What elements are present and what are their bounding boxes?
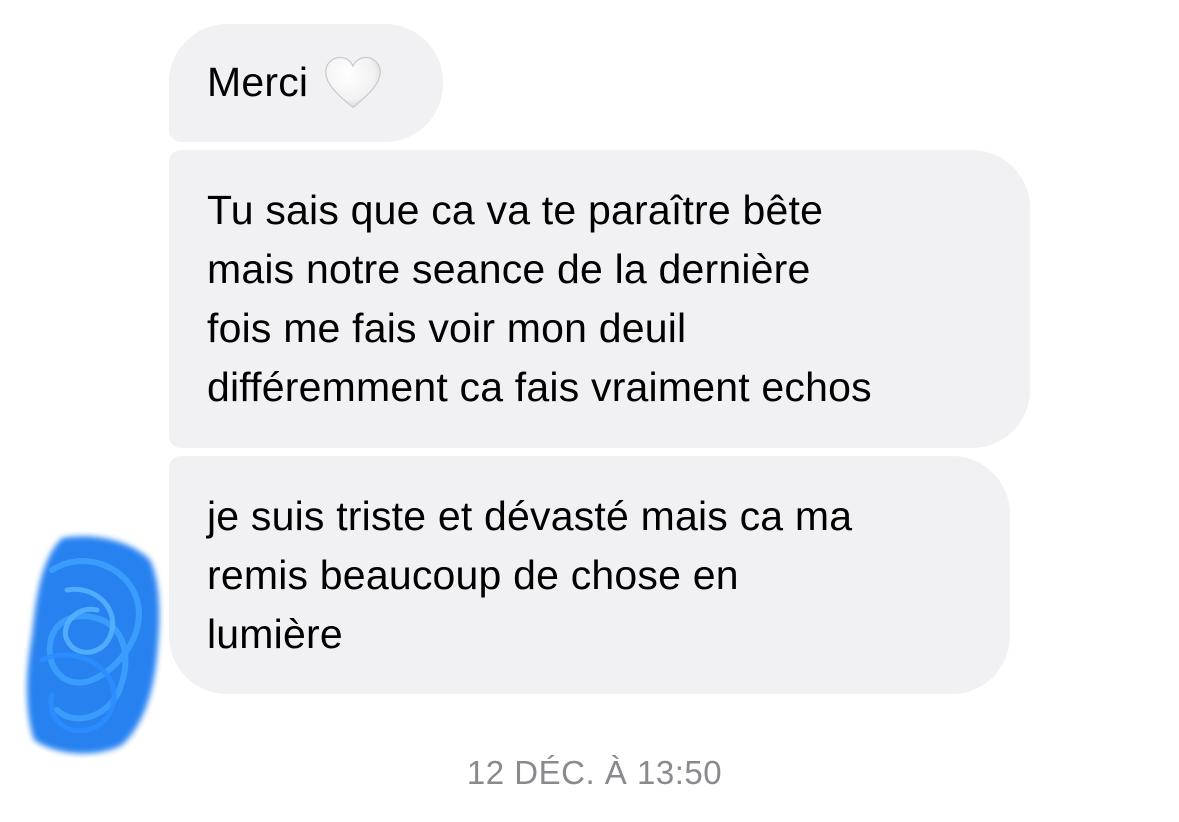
message-timestamp: 12 DÉC. À 13:50 xyxy=(466,754,723,791)
message-text: Tu sais que ca va te paraître bête mais … xyxy=(207,187,872,410)
message-bubble[interactable]: je suis triste et dévasté mais ca ma rem… xyxy=(169,456,1010,694)
message-text: je suis triste et dévasté mais ca ma rem… xyxy=(207,493,853,657)
message-bubble-merci[interactable]: Merci xyxy=(169,24,443,142)
message-bubble[interactable]: Tu sais que ca va te paraître bête mais … xyxy=(169,150,1030,448)
white-heart-icon xyxy=(325,56,382,108)
message-text: Merci xyxy=(207,59,309,105)
avatar[interactable] xyxy=(22,530,164,758)
